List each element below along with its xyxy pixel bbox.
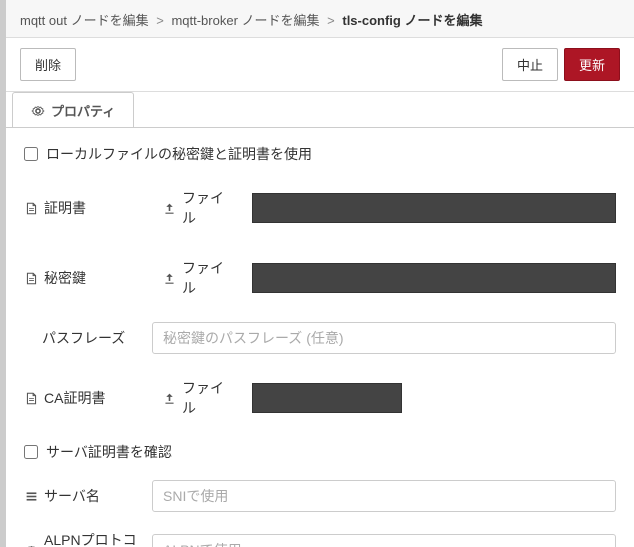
gear-icon xyxy=(31,104,45,118)
ca-file-label: ファイル xyxy=(182,378,232,418)
ca-file-value xyxy=(252,383,402,413)
form: ローカルファイルの秘密鍵と証明書を使用 証明書 ファイル xyxy=(6,128,634,547)
key-label: 秘密鍵 xyxy=(44,268,86,288)
server-name-label: サーバ名 xyxy=(44,486,100,506)
list-icon xyxy=(24,489,38,503)
cert-label: 証明書 xyxy=(44,198,86,218)
key-file-label: ファイル xyxy=(182,258,232,298)
update-button[interactable]: 更新 xyxy=(564,48,620,81)
breadcrumb-current: tls-config ノードを編集 xyxy=(342,13,482,28)
tabs: プロパティ xyxy=(6,92,634,128)
verify-server-label[interactable]: サーバ証明書を確認 xyxy=(46,442,172,462)
toolbar: 削除 中止 更新 xyxy=(6,38,634,92)
tab-properties[interactable]: プロパティ xyxy=(12,92,134,128)
upload-icon xyxy=(162,391,176,405)
key-file-value xyxy=(252,263,616,293)
file-icon xyxy=(24,271,38,285)
cert-file-label: ファイル xyxy=(182,188,232,228)
alpn-label: ALPNプロトコル xyxy=(44,530,142,547)
upload-icon xyxy=(162,271,176,285)
server-name-input[interactable] xyxy=(152,480,616,512)
cert-file-button[interactable]: ファイル xyxy=(152,182,242,234)
cert-file-value xyxy=(252,193,616,223)
delete-button[interactable]: 削除 xyxy=(20,48,76,81)
file-icon xyxy=(24,391,38,405)
breadcrumb-level2[interactable]: mqtt-broker ノードを編集 xyxy=(171,13,319,28)
breadcrumb-sep: > xyxy=(327,13,335,28)
ca-file-button[interactable]: ファイル xyxy=(152,372,242,424)
gear-icon xyxy=(24,543,38,547)
passphrase-label: パスフレーズ xyxy=(42,328,125,348)
use-local-files-label[interactable]: ローカルファイルの秘密鍵と証明書を使用 xyxy=(46,144,312,164)
file-icon xyxy=(24,201,38,215)
ca-label: CA証明書 xyxy=(44,388,105,408)
cancel-button[interactable]: 中止 xyxy=(502,48,558,81)
upload-icon xyxy=(162,201,176,215)
verify-server-checkbox[interactable] xyxy=(24,445,38,459)
breadcrumb-level1[interactable]: mqtt out ノードを編集 xyxy=(20,13,149,28)
key-file-button[interactable]: ファイル xyxy=(152,252,242,304)
breadcrumb-sep: > xyxy=(156,13,164,28)
use-local-files-checkbox[interactable] xyxy=(24,147,38,161)
alpn-input[interactable] xyxy=(152,534,616,547)
breadcrumb: mqtt out ノードを編集 > mqtt-broker ノードを編集 > t… xyxy=(6,0,634,38)
tab-properties-label: プロパティ xyxy=(51,101,115,120)
passphrase-input[interactable] xyxy=(152,322,616,354)
